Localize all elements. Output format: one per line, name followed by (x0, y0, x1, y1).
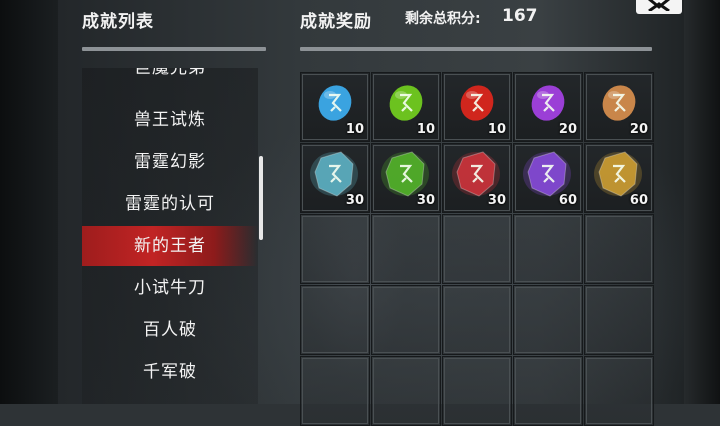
empty-reward-slot[interactable] (584, 285, 654, 355)
empty-reward-slot[interactable] (300, 356, 370, 426)
list-item-achievement[interactable]: 巨魔兄弟 (82, 68, 258, 88)
reward-count: 30 (416, 193, 435, 208)
rewards-title-underline (300, 47, 652, 51)
list-item-achievement[interactable]: 雷霆幻影 (82, 142, 258, 182)
list-item-achievement[interactable]: 百人破 (82, 310, 258, 350)
reward-slot[interactable]: 60 (513, 143, 583, 213)
empty-reward-slot[interactable] (442, 285, 512, 355)
left-edge-shadow (0, 0, 58, 404)
list-item-achievement[interactable]: 千军破 (82, 352, 258, 392)
reward-slot[interactable]: 30 (442, 143, 512, 213)
close-button[interactable] (636, 0, 682, 14)
list-item-achievement[interactable]: 兽王试炼 (82, 100, 258, 140)
reward-slot[interactable]: 20 (513, 72, 583, 142)
list-item-achievement[interactable]: 小试牛刀 (82, 268, 258, 308)
empty-reward-slot[interactable] (371, 285, 441, 355)
achievement-list[interactable]: 巨魔兄弟 兽王试炼 雷霆幻影 雷霆的认可 新的王者 小试牛刀 百人破 千军破 (82, 68, 258, 404)
achievement-list-title: 成就列表 (82, 12, 154, 32)
reward-count: 10 (345, 122, 364, 137)
reward-count: 60 (558, 193, 577, 208)
reward-count: 30 (345, 193, 364, 208)
list-scrollbar[interactable] (259, 156, 263, 240)
empty-reward-slot[interactable] (442, 356, 512, 426)
rewards-title: 成就奖励 (300, 12, 372, 32)
empty-reward-slot[interactable] (371, 214, 441, 284)
reward-slot[interactable]: 10 (442, 72, 512, 142)
list-item-achievement[interactable]: 雷霆的认可 (82, 184, 258, 224)
reward-count: 10 (487, 122, 506, 137)
reward-slot[interactable]: 10 (371, 72, 441, 142)
empty-reward-slot[interactable] (513, 285, 583, 355)
right-edge-shadow (684, 0, 720, 404)
reward-slot[interactable]: 60 (584, 143, 654, 213)
reward-slot[interactable]: 10 (300, 72, 370, 142)
empty-reward-slot[interactable] (442, 214, 512, 284)
empty-reward-slot[interactable] (513, 214, 583, 284)
reward-count: 60 (629, 193, 648, 208)
reward-count: 20 (629, 122, 648, 137)
empty-reward-slot[interactable] (300, 285, 370, 355)
empty-reward-slot[interactable] (300, 214, 370, 284)
reward-slot[interactable]: 30 (300, 143, 370, 213)
reward-slot[interactable]: 30 (371, 143, 441, 213)
reward-count: 10 (416, 122, 435, 137)
reward-count: 30 (487, 193, 506, 208)
reward-count: 20 (558, 122, 577, 137)
close-icon (648, 0, 670, 11)
list-title-underline (82, 47, 266, 51)
empty-reward-slot[interactable] (584, 356, 654, 426)
reward-slot[interactable]: 20 (584, 72, 654, 142)
empty-reward-slot[interactable] (584, 214, 654, 284)
empty-reward-slot[interactable] (513, 356, 583, 426)
list-item-achievement-selected[interactable]: 新的王者 (82, 226, 258, 266)
empty-reward-slot[interactable] (371, 356, 441, 426)
remaining-score-value: 167 (502, 6, 538, 26)
remaining-score-label: 剩余总积分: (405, 11, 481, 27)
